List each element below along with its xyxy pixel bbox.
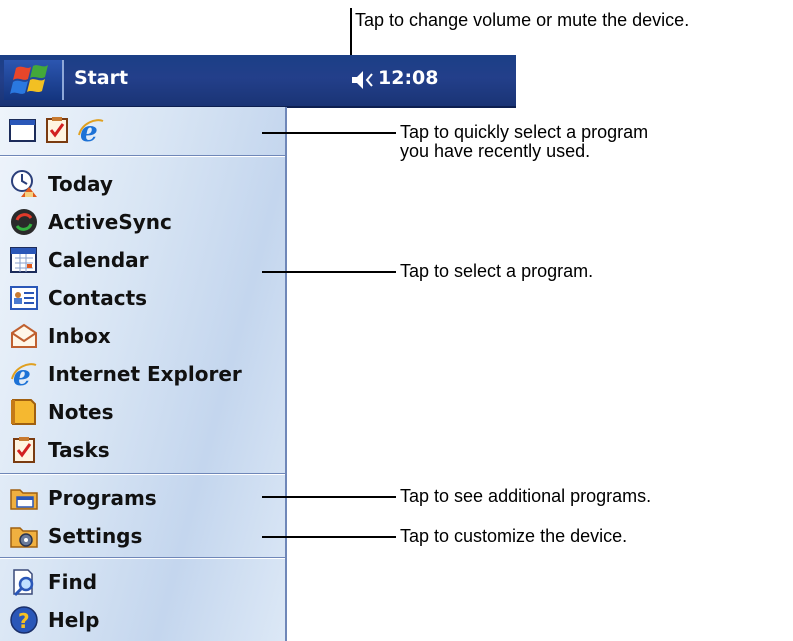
menu-item-label: Contacts [48,286,148,310]
recent-callout-line [262,132,396,134]
menu-item-label: Internet Explorer [48,362,242,386]
menu-item-tasks[interactable]: Tasks [0,431,285,469]
help-icon: ? [9,605,39,635]
menu-item-label: Find [48,570,98,594]
select-callout: Tap to select a program. [400,261,594,281]
menu-item-find[interactable]: Find [0,563,285,601]
calendar-icon [9,245,39,275]
settings-folder-icon [9,521,39,551]
menu-item-label: Programs [48,486,157,510]
tasks-checkbox-icon[interactable] [42,115,72,145]
find-icon [9,567,39,597]
menu-item-activesync[interactable]: ActiveSync [0,203,285,241]
recent-callout: Tap to quickly select a program you have… [400,123,648,161]
windows-flag-icon [10,65,48,94]
internet-explorer-icon[interactable]: e [76,115,106,148]
menu-item-programs[interactable]: Programs [0,479,285,517]
inbox-icon [9,321,39,351]
menu-item-internet-explorer[interactable]: e Internet Explorer [0,355,285,393]
menu-item-label: Notes [48,400,114,424]
menu-item-label: ActiveSync [48,210,172,234]
volume-callout: Tap to change volume or mute the device. [355,10,690,30]
start-button[interactable] [4,60,64,100]
calendar-window-icon[interactable] [8,115,38,145]
clock[interactable]: 12:08 [378,67,438,89]
menu-item-help[interactable]: ? Help [0,601,285,639]
today-icon [9,169,39,199]
contacts-icon [9,283,39,313]
tasks-icon [9,435,39,465]
menu-item-label: Inbox [48,324,111,348]
activesync-icon [9,207,39,237]
svg-text:?: ? [18,609,30,633]
menu-item-label: Settings [48,524,143,548]
settings-callout: Tap to customize the device. [400,526,628,546]
recent-callout-line1: Tap to quickly select a program [400,122,649,142]
menu-item-label: Help [48,608,100,632]
menu-item-settings[interactable]: Settings [0,517,285,555]
programs-callout: Tap to see additional programs. [400,486,652,506]
separator [0,473,285,475]
start-menu: e Today ActiveSync Calendar Contacts Inb… [0,107,287,641]
separator [0,155,285,157]
menu-item-label: Calendar [48,248,149,272]
separator [0,557,285,559]
select-callout-line [262,271,396,273]
start-label[interactable]: Start [74,67,128,89]
menu-item-calendar[interactable]: Calendar [0,241,285,279]
menu-item-inbox[interactable]: Inbox [0,317,285,355]
menu-item-notes[interactable]: Notes [0,393,285,431]
menu-item-today[interactable]: Today [0,165,285,203]
speaker-muted-icon[interactable] [350,68,374,92]
notes-icon [9,397,39,427]
menu-item-label: Today [48,172,113,196]
menu-item-label: Tasks [48,438,110,462]
internet-explorer-icon: e [9,359,39,392]
settings-callout-line [262,536,396,538]
recent-callout-line2: you have recently used. [400,141,591,161]
recent-programs-row: e [0,107,285,155]
taskbar: Start 12:08 [0,55,516,108]
programs-folder-icon [9,483,39,513]
menu-item-contacts[interactable]: Contacts [0,279,285,317]
programs-callout-line [262,496,396,498]
volume-callout-line [350,8,352,56]
